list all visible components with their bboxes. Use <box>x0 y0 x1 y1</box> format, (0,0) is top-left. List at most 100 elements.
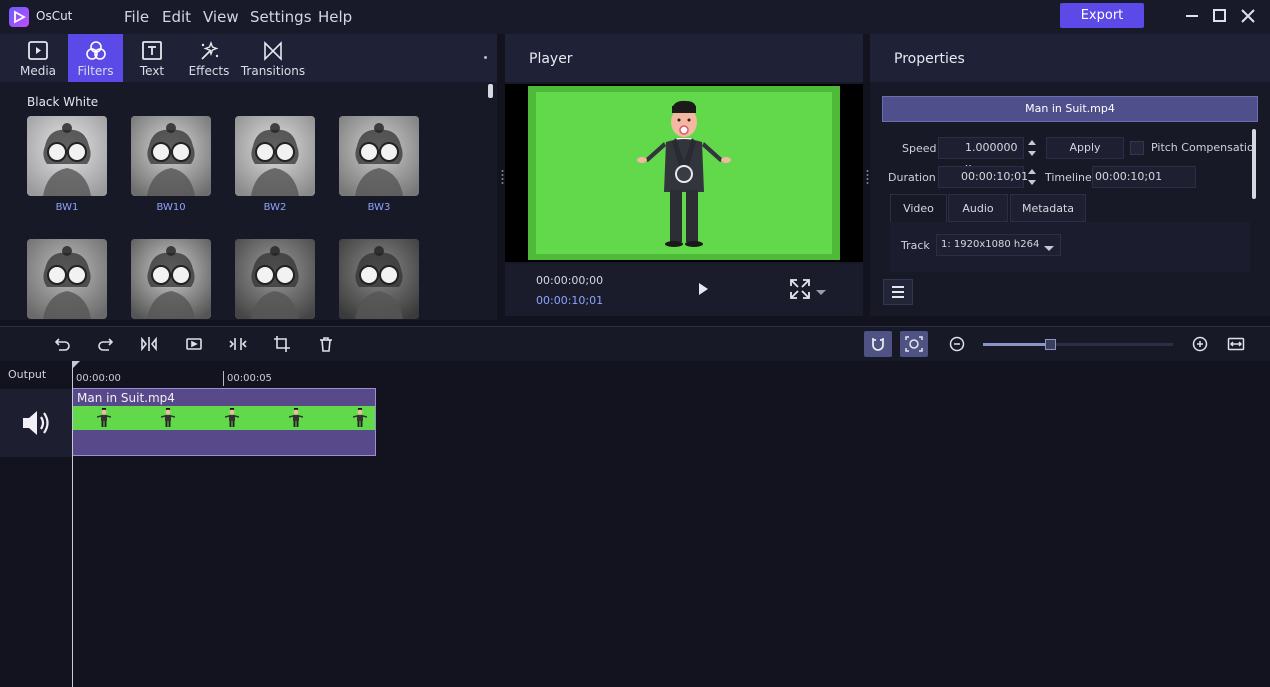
filter-thumbnail[interactable] <box>339 116 419 196</box>
fullscreen-icon[interactable] <box>789 278 811 300</box>
tab-text[interactable]: Text <box>127 34 177 82</box>
splitter-grip-right[interactable] <box>866 168 869 186</box>
duration-stepper-icon[interactable] <box>1026 166 1038 188</box>
fit-timeline-icon[interactable] <box>1227 335 1245 353</box>
minimize-icon[interactable] <box>1182 6 1202 26</box>
play-box-icon <box>26 40 50 62</box>
menu-help[interactable]: Help <box>318 8 352 26</box>
zoom-out-icon[interactable] <box>948 335 966 353</box>
library-scrollbar[interactable] <box>488 84 493 98</box>
playhead[interactable] <box>72 361 73 687</box>
properties-menu-button[interactable] <box>883 279 913 305</box>
clip-name: Man in Suit.mp4 <box>77 391 175 405</box>
total-time: 00:00:10;01 <box>536 294 604 307</box>
menu-settings[interactable]: Settings <box>250 8 312 26</box>
speed-stepper-icon[interactable] <box>1026 137 1038 159</box>
playhead-marker-icon[interactable] <box>72 361 80 369</box>
timeline-clip[interactable]: Man in Suit.mp4 <box>72 388 376 456</box>
filter-thumbnail-label: BW10 <box>156 202 186 213</box>
clip-frame-thumbnail <box>160 408 176 428</box>
properties-scrollbar[interactable] <box>1252 129 1256 199</box>
timeline-area[interactable]: Output 00:00:00 00:00:05 Man in Suit.mp4 <box>0 361 1270 687</box>
video-preview[interactable] <box>505 84 863 262</box>
filter-thumbnail[interactable] <box>131 239 211 319</box>
output-label: Output <box>8 368 47 381</box>
menu-edit[interactable]: Edit <box>162 8 191 26</box>
crop-icon[interactable] <box>273 335 291 353</box>
apply-button[interactable]: Apply <box>1046 137 1124 159</box>
maximize-icon[interactable] <box>1210 6 1230 26</box>
tab-effects[interactable]: Effects <box>183 34 235 82</box>
sparkle-icon <box>197 40 221 62</box>
filter-category-title: Black White <box>27 95 99 109</box>
filter-thumbnail[interactable] <box>27 116 107 196</box>
zoom-slider-fill <box>983 343 1050 346</box>
man-in-suit-figure <box>528 86 838 247</box>
splitter-grip-left[interactable] <box>501 168 504 186</box>
tab-transitions[interactable]: Transitions <box>240 34 306 82</box>
tab-video[interactable]: Video <box>890 194 947 222</box>
speaker-icon[interactable] <box>20 408 52 438</box>
video-frame <box>528 86 840 260</box>
filter-thumbnail[interactable] <box>27 239 107 319</box>
tab-filters-label: Filters <box>77 64 114 78</box>
trim-icon[interactable] <box>229 335 247 353</box>
speed-label: Speed <box>902 142 937 155</box>
clip-frame-thumbnail <box>224 408 240 428</box>
player-panel: Player 00:00:00;00 00:00:10;01 <box>505 34 863 316</box>
filter-thumbnail[interactable] <box>235 116 315 196</box>
delete-icon[interactable] <box>317 335 335 353</box>
clip-frame-thumbnail <box>96 408 112 428</box>
play-icon[interactable] <box>695 281 711 297</box>
properties-header: Properties <box>870 34 1270 82</box>
timeline-toolbar <box>0 327 1270 361</box>
library-tabs: Media Filters Text Effects Transitions <box>0 34 497 82</box>
magnet-snap-toggle[interactable] <box>864 331 892 357</box>
redo-icon[interactable] <box>97 335 115 353</box>
filter-thumbnail[interactable] <box>131 116 211 196</box>
menu-view[interactable]: View <box>203 8 239 26</box>
player-title: Player <box>529 51 573 67</box>
tab-metadata[interactable]: Metadata <box>1010 194 1086 222</box>
filter-thumbnail-label: BW3 <box>367 202 391 213</box>
video-tab-content: Track 1: 1920x1080 h264 <box>890 222 1250 272</box>
clip-file-name-button[interactable]: Man in Suit.mp4 <box>882 96 1258 122</box>
focus-toggle[interactable] <box>900 331 928 357</box>
undo-icon[interactable] <box>53 335 71 353</box>
filter-thumbnail-label: BW2 <box>263 202 287 213</box>
ruler-tick <box>223 371 224 386</box>
split-icon[interactable] <box>140 335 158 353</box>
tab-effects-label: Effects <box>188 64 230 78</box>
app-title: OsCut <box>36 9 73 23</box>
duration-input[interactable]: 00:00:10;01 <box>938 166 1028 188</box>
menu-file[interactable]: File <box>124 8 149 26</box>
pitch-compensation-checkbox[interactable] <box>1130 141 1144 155</box>
zoom-slider[interactable] <box>983 339 1173 350</box>
audio-track-header <box>0 389 72 457</box>
properties-title: Properties <box>894 51 965 67</box>
tab-media[interactable]: Media <box>12 34 64 82</box>
player-header: Player <box>505 34 863 82</box>
track-select[interactable]: 1: 1920x1080 h264 <box>936 234 1061 256</box>
ruler-time-0: 00:00:00 <box>76 373 121 384</box>
chevron-down-icon[interactable] <box>816 286 826 295</box>
track-label: Track <box>901 239 930 252</box>
vertical-splitter-grip[interactable] <box>627 322 645 333</box>
export-button[interactable]: Export <box>1060 3 1144 28</box>
pitch-compensation-label: Pitch Compensatio <box>1151 141 1254 154</box>
text-box-icon <box>140 40 164 62</box>
zoom-slider-handle[interactable] <box>1044 339 1056 350</box>
ruler-time-5: 00:00:05 <box>227 373 272 384</box>
clip-thumbnail-strip <box>73 406 375 430</box>
snapshot-icon[interactable] <box>185 335 203 353</box>
speed-input[interactable]: 1.000000 x <box>938 137 1024 174</box>
library-panel: Media Filters Text Effects Transitions B… <box>0 34 497 320</box>
tab-filters[interactable]: Filters <box>68 34 123 82</box>
close-icon[interactable] <box>1238 6 1258 26</box>
zoom-in-icon[interactable] <box>1191 335 1209 353</box>
filter-thumbnail[interactable] <box>235 239 315 319</box>
filter-thumbnail[interactable] <box>339 239 419 319</box>
green-screen-background <box>528 86 838 254</box>
tab-audio[interactable]: Audio <box>948 194 1008 222</box>
hamburger-icon <box>892 286 904 298</box>
